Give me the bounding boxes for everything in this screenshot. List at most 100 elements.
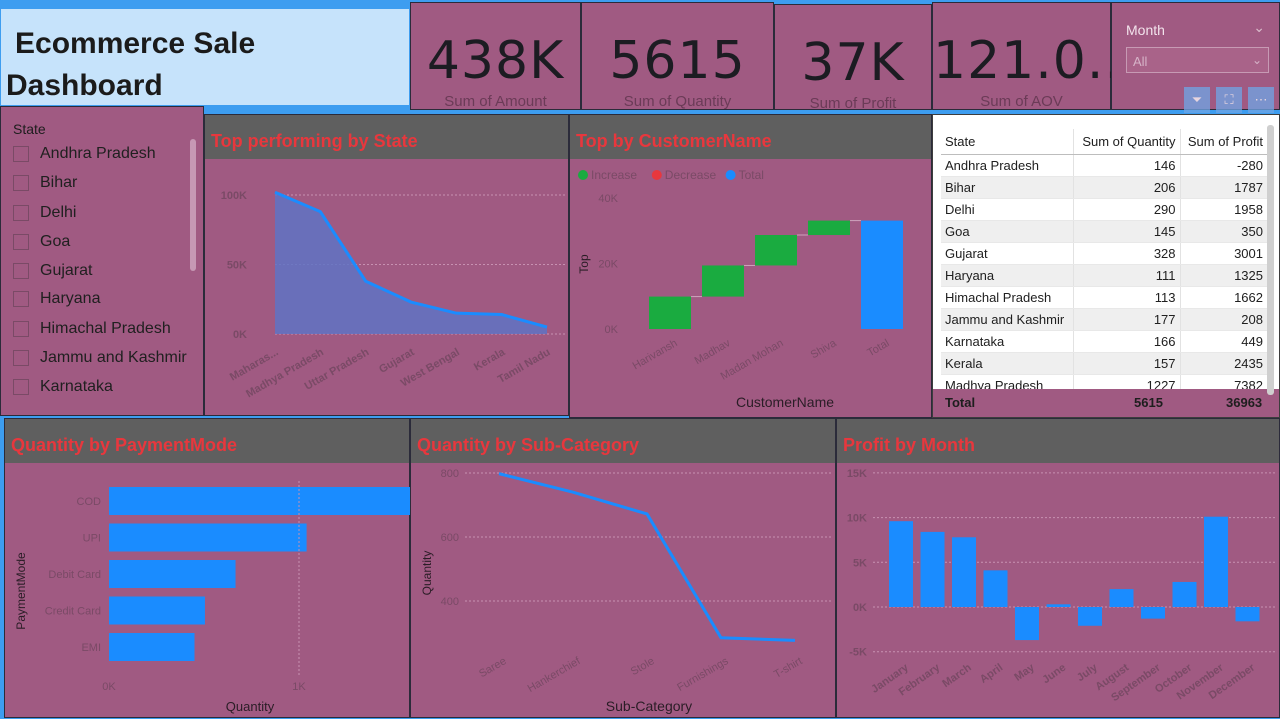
y-tick-label: 5K [853,557,867,569]
checkbox[interactable] [13,321,29,337]
table-row[interactable]: Kerala 157 2435 [941,352,1267,375]
checkbox[interactable] [13,205,29,221]
slicer-item-label: Bihar [40,174,78,191]
month-filter-card: Month ⌄ All ⌄ ⏷ ⛶ ⋯ [1111,2,1280,113]
waterfall-bar [702,265,744,297]
visual-title: Top performing by State [211,131,418,151]
kpi-card-profit[interactable]: 37K Sum of Profit [774,4,932,112]
month-dropdown[interactable]: All ⌄ [1126,47,1269,73]
x-tick-label: April [978,662,1005,686]
state-area-chart: 100K50K0KMaharas...Madhya PradeshUttar P… [221,190,565,400]
visual-header: Top performing by State [205,115,568,159]
x-tick-label: 1K [292,681,306,693]
table-cell-quantity: 206 [1073,176,1181,199]
table-header-state[interactable]: State [941,129,1075,155]
table-cell-profit: 350 [1180,220,1267,243]
checkbox[interactable] [13,234,29,250]
table-row[interactable]: Andhra Pradesh 146 -280 [941,154,1267,177]
y-tick-label: Debit Card [48,569,101,581]
slicer-item[interactable]: Karnataka [13,378,113,396]
payment-bar-chart-card[interactable]: Quantity by PaymentMode COD UPI Debit Card… [4,418,411,718]
payment-bar-chart: COD UPI Debit Card Credit Card EMI 0K 1K Quanti… [14,481,411,714]
area-fill [275,192,547,334]
slicer-item[interactable]: Himachal Pradesh [13,320,171,338]
slicer-item[interactable]: Delhi [13,204,76,222]
table-scrollbar[interactable] [1267,125,1274,395]
table-cell-profit: 1325 [1180,264,1267,287]
slicer-item[interactable]: Bihar [13,174,77,192]
more-options-icon[interactable]: ⋯ [1248,87,1274,113]
table-cell-state: Delhi [941,198,1075,221]
kpi-value: 5615 [609,31,746,91]
table-row[interactable]: Haryana 111 1325 [941,264,1267,287]
table-row[interactable]: Gujarat 328 3001 [941,242,1267,265]
x-tick-label: June [1040,662,1068,687]
month-bar [1078,607,1102,626]
table-header-quantity[interactable]: Sum of Quantity [1073,129,1181,155]
table-row[interactable]: Goa 145 350 [941,220,1267,243]
table-cell-profit: 1662 [1180,286,1267,309]
table-row[interactable]: Bihar 206 1787 [941,176,1267,199]
kpi-card-quantity[interactable]: 5615 Sum of Quantity [581,2,774,110]
table-cell-state: Karnataka [941,330,1075,353]
checkbox[interactable] [13,291,29,307]
y-tick-label: -5K [849,647,867,659]
slicer-scrollbar[interactable] [190,139,196,271]
checkbox[interactable] [13,350,29,366]
table-cell-state: Himachal Pradesh [941,286,1075,309]
table-header-profit[interactable]: Sum of Profit [1180,129,1267,155]
y-axis-title: Quantity [420,551,434,596]
x-tick-label: Harivansh [631,337,680,372]
state-area-chart-card[interactable]: Top performing by State 100K 50K 0K Maharas… [204,114,569,416]
table-cell-profit: 3001 [1180,242,1267,265]
table-row[interactable]: Jammu and Kashmir 177 208 [941,308,1267,331]
visual-title: Quantity by Sub-Category [417,435,640,455]
month-bar [1109,589,1134,607]
checkbox[interactable] [13,146,29,162]
focus-mode-icon[interactable]: ⛶ [1216,87,1242,113]
filter-icon[interactable]: ⏷ [1184,87,1210,113]
table-cell-state: Kerala [941,352,1075,375]
x-tick-label: Kerala [472,346,508,374]
total-label: Total [945,395,976,410]
x-tick-label: T-shirt [772,655,804,681]
table-cell-profit: 449 [1180,330,1267,353]
checkbox[interactable] [13,175,29,191]
kpi-value: 121.0... [933,31,1140,91]
month-bar [1172,581,1197,607]
month-filter-label: Month [1126,22,1165,38]
slicer-item[interactable]: Andhra Pradesh [13,145,156,163]
state-table: State Sum of Quantity Sum of Profit Andh… [941,129,1267,397]
table-row[interactable]: Delhi 290 1958 [941,198,1267,221]
table-cell-state: Andhra Pradesh [941,154,1075,177]
checkbox[interactable] [13,263,29,279]
table-row[interactable]: Himachal Pradesh 113 1662 [941,286,1267,309]
y-tick-label: 20K [598,259,618,271]
month-bar-chart-card[interactable]: Profit by Month 15K 10K 5K 0K -5K January Febr… [836,418,1280,718]
kpi-card-amount[interactable]: 438K Sum of Amount [410,2,581,110]
slicer-item[interactable]: Jammu and Kashmir [13,349,187,367]
table-cell-quantity: 328 [1073,242,1181,265]
checkbox[interactable] [13,379,29,395]
visual-header: Quantity by PaymentMode [5,419,409,463]
y-tick-label: 10K [847,513,867,525]
payment-bar [109,523,307,552]
kpi-label: Sum of Quantity [623,93,732,110]
subcategory-line-chart-card[interactable]: Quantity by Sub-Category 800 600 400 Saree H… [410,418,836,718]
slicer-item[interactable]: Gujarat [13,262,92,280]
kpi-card-aov[interactable]: 121.0... Sum of AOV [932,2,1140,110]
payment-bar [109,487,411,515]
x-tick-label: 0K [102,681,116,693]
y-tick-label: 0K [233,329,247,341]
dashboard-title-card: Ecommerce Sale Dashboard [0,8,410,106]
table-cell-quantity: 145 [1073,220,1181,243]
slicer-item[interactable]: Goa [13,233,70,251]
x-tick-label: Hankerchief [526,655,584,695]
customer-waterfall-card[interactable]: Top by CustomerName Increase Decrease Tota… [569,114,932,418]
chevron-down-icon[interactable]: ⌄ [1253,19,1265,36]
visual-title: Profit by Month [843,435,975,455]
table-row[interactable]: Karnataka 166 449 [941,330,1267,353]
y-tick-label: COD [77,496,102,508]
slicer-item[interactable]: Haryana [13,290,100,308]
table-cell-profit: 2435 [1180,352,1267,375]
